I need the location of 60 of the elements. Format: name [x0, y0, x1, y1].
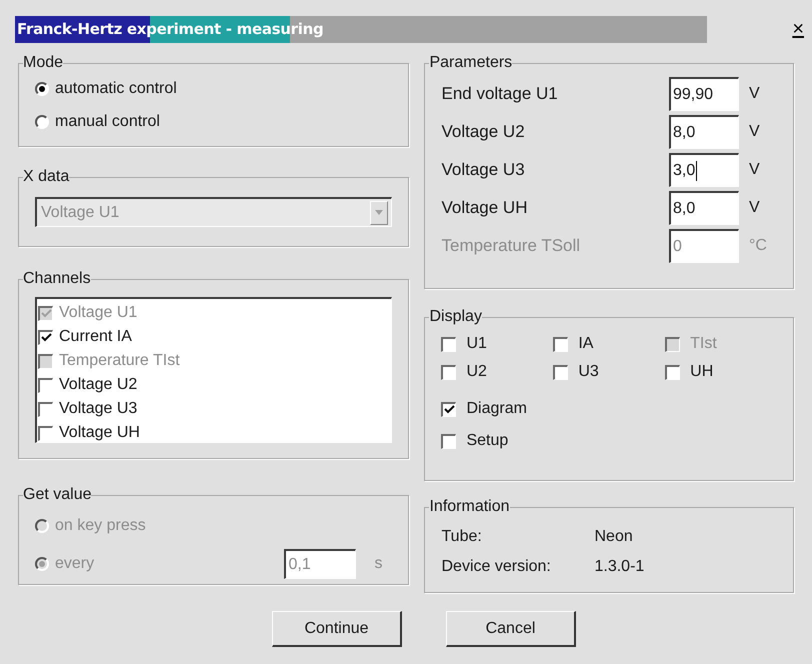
checkbox[interactable] — [441, 434, 456, 448]
checkbox-label: IA — [578, 334, 594, 354]
checkbox-label: UH — [690, 362, 714, 382]
radio-label: automatic control — [55, 79, 177, 99]
info-value: Neon — [594, 527, 633, 547]
parameter-label: Voltage UH — [441, 197, 528, 220]
channel-label: Temperature TIst — [59, 351, 180, 371]
unit-label: V — [748, 122, 761, 142]
channel-label: Voltage U1 — [59, 303, 138, 323]
channel-label: Voltage U2 — [59, 375, 138, 395]
radio-label: on key press — [55, 516, 146, 536]
checkbox-label: Setup — [466, 431, 508, 451]
radio-label: every — [55, 554, 94, 574]
info-value: 1.3.0-1 — [594, 557, 644, 577]
unit-label: V — [748, 160, 761, 180]
info-label: Tube: — [441, 527, 483, 547]
dialog-button[interactable]: Cancel — [446, 611, 576, 647]
checkbox[interactable] — [553, 364, 568, 380]
channel-label: Current IA — [59, 327, 132, 347]
parameter-field[interactable]: 3,0 — [669, 153, 739, 187]
group-title: Information — [429, 498, 510, 515]
parameter-label: Voltage U2 — [441, 121, 526, 144]
group-title: Parameters — [429, 54, 512, 71]
parameter-field[interactable]: 8,0 — [669, 191, 739, 225]
checkbox-label: TIst — [690, 334, 717, 354]
group-title: Get value — [23, 486, 92, 503]
checkbox-label: U1 — [466, 334, 487, 354]
group-title: Display — [429, 308, 482, 325]
info-label: Device version: — [441, 557, 552, 577]
unit-label: °C — [748, 236, 768, 256]
unit-label: V — [748, 84, 761, 104]
parameter-label: Voltage U3 — [441, 159, 526, 182]
checkbox-label: U2 — [466, 362, 487, 382]
channel-label: Voltage UH — [59, 423, 140, 443]
check-icon — [40, 333, 52, 342]
unit-label: s — [373, 554, 384, 574]
parameter-field[interactable]: 8,0 — [669, 115, 739, 149]
checkbox[interactable] — [665, 364, 680, 380]
checkbox[interactable] — [441, 364, 456, 380]
parameter-label: End voltage U1 — [441, 83, 559, 106]
parameter-field[interactable]: 99,90 — [669, 77, 739, 111]
check-icon — [444, 405, 455, 414]
checkbox[interactable] — [441, 402, 456, 416]
radio-label: manual control — [55, 112, 160, 132]
checkbox[interactable] — [441, 336, 456, 352]
check-icon — [40, 309, 52, 318]
radio-button[interactable] — [35, 115, 49, 129]
group-title: Mode — [23, 54, 64, 71]
checkbox[interactable] — [553, 336, 568, 352]
checkbox[interactable] — [38, 426, 53, 440]
dialog-button[interactable]: Continue — [272, 611, 402, 647]
checkbox-label: U3 — [578, 362, 599, 382]
unit-label: V — [748, 198, 761, 218]
group-title: X data — [23, 168, 70, 185]
checkbox-label: Diagram — [466, 399, 527, 419]
radio-button[interactable] — [35, 82, 49, 96]
channel-label: Voltage U3 — [59, 399, 138, 419]
parameter-label: Temperature TSoll — [441, 235, 582, 258]
close-button[interactable]: × — [792, 19, 804, 39]
group-title: Channels — [23, 270, 91, 287]
